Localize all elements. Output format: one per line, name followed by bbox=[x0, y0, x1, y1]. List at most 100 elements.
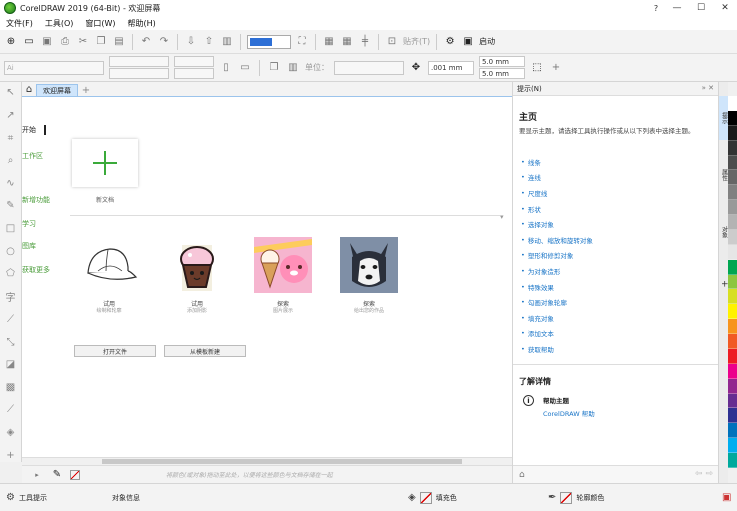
paste-icon[interactable]: ▤ bbox=[112, 35, 126, 49]
rulers-icon[interactable]: ▦ bbox=[322, 35, 336, 49]
help-icon[interactable]: ? bbox=[647, 0, 665, 16]
treat-as-filled-icon[interactable]: ⬚ bbox=[530, 61, 544, 75]
color-swatch[interactable] bbox=[728, 334, 737, 349]
hint-link-special-effects[interactable]: 特殊效果 bbox=[521, 279, 711, 295]
parallel-dimension-icon[interactable]: ⟋ bbox=[3, 313, 19, 327]
save-icon[interactable]: ▣ bbox=[40, 35, 54, 49]
x-position-field[interactable] bbox=[109, 56, 169, 67]
y-position-field[interactable] bbox=[109, 68, 169, 79]
full-screen-icon[interactable]: ⛶ bbox=[295, 35, 309, 49]
sample-cap-thumbnail[interactable] bbox=[80, 237, 138, 293]
hint-link-dimension-lines[interactable]: 尺度线 bbox=[521, 185, 711, 201]
fill-color-swatch[interactable] bbox=[419, 491, 432, 504]
hint-link-add-text[interactable]: 添加文本 bbox=[521, 326, 711, 342]
portrait-icon[interactable]: ▯ bbox=[219, 61, 233, 75]
undo-icon[interactable]: ↶ bbox=[139, 35, 153, 49]
width-field[interactable] bbox=[174, 56, 214, 67]
connector-tool-icon[interactable]: ⤡ bbox=[3, 335, 19, 349]
publish-pdf-icon[interactable]: ▥ bbox=[220, 35, 234, 49]
freehand-tool-icon[interactable]: ∿ bbox=[3, 177, 19, 191]
color-swatch[interactable] bbox=[728, 185, 737, 201]
color-swatch[interactable] bbox=[728, 408, 737, 424]
color-swatch[interactable] bbox=[728, 125, 737, 141]
sample-cupcake-thumbnail[interactable] bbox=[168, 237, 226, 293]
color-swatch[interactable] bbox=[728, 453, 737, 468]
color-swatch[interactable] bbox=[728, 96, 737, 111]
horizontal-scrollbar[interactable] bbox=[22, 457, 512, 465]
hint-link-get-help[interactable]: 获取帮助 bbox=[521, 341, 711, 357]
color-swatch[interactable] bbox=[728, 170, 737, 186]
interactive-fill-icon[interactable]: ◈ bbox=[3, 426, 19, 440]
add-tool-icon[interactable]: + bbox=[3, 448, 19, 462]
close-button[interactable]: ✕ bbox=[713, 0, 737, 16]
hint-link-shaping[interactable]: 为对象造形 bbox=[521, 263, 711, 279]
color-swatch[interactable] bbox=[728, 140, 737, 156]
menu-tools[interactable]: 工具(O) bbox=[39, 18, 80, 29]
maximize-button[interactable]: ☐ bbox=[689, 0, 713, 16]
open-file-button[interactable]: 打开文件 bbox=[74, 345, 156, 357]
color-swatch[interactable] bbox=[728, 155, 737, 171]
eyedropper-icon[interactable]: ✎ bbox=[50, 468, 64, 482]
expand-indicator-icon[interactable]: ▾ bbox=[500, 213, 504, 221]
home-icon[interactable]: ⌂ bbox=[22, 83, 36, 96]
new-document-card[interactable] bbox=[72, 139, 138, 187]
snap-to-dropdown[interactable]: 贴齐(T) bbox=[403, 36, 430, 47]
snap-icon[interactable]: ⊡ bbox=[385, 35, 399, 49]
gear-icon[interactable]: ⚙ bbox=[6, 492, 15, 503]
drop-shadow-icon[interactable]: ◪ bbox=[3, 358, 19, 372]
menu-window[interactable]: 窗口(W) bbox=[79, 18, 121, 29]
hint-link-shapes[interactable]: 形状 bbox=[521, 201, 711, 217]
cut-icon[interactable]: ✂ bbox=[76, 35, 90, 49]
font-list-field[interactable]: Ai bbox=[4, 60, 104, 75]
color-swatch[interactable] bbox=[728, 244, 737, 260]
color-swatch[interactable] bbox=[728, 363, 737, 379]
color-swatch[interactable] bbox=[728, 259, 737, 275]
ellipse-tool-icon[interactable]: ○ bbox=[3, 244, 19, 258]
color-swatch[interactable] bbox=[728, 274, 737, 290]
hint-link-select-objects[interactable]: 选择对象 bbox=[521, 216, 711, 232]
sample-icecream-thumbnail[interactable] bbox=[254, 237, 312, 293]
guidelines-icon[interactable]: ╪ bbox=[358, 35, 372, 49]
palette-arrow-icon[interactable]: ▸ bbox=[30, 468, 44, 482]
artistic-media-icon[interactable]: ✎ bbox=[3, 199, 19, 213]
nav-workspace[interactable]: 工作区 bbox=[22, 151, 43, 161]
color-swatch[interactable] bbox=[728, 110, 737, 126]
docker-collapse-icon[interactable]: » ✕ bbox=[702, 84, 714, 92]
tab-welcome-screen[interactable]: 欢迎屏幕 bbox=[36, 84, 78, 96]
zoom-level-dropdown[interactable] bbox=[247, 34, 291, 49]
shape-tool-icon[interactable]: ↗ bbox=[3, 109, 19, 123]
color-swatch[interactable] bbox=[728, 229, 737, 245]
hint-link-connectors[interactable]: 连线 bbox=[521, 170, 711, 186]
new-from-template-button[interactable]: 从模板新建 bbox=[164, 345, 246, 357]
sample-husky-thumbnail[interactable] bbox=[340, 237, 398, 293]
hint-link-outline[interactable]: 勾画对象轮廓 bbox=[521, 294, 711, 310]
add-tab-button[interactable]: + bbox=[80, 84, 92, 96]
add-icon[interactable]: + bbox=[549, 61, 563, 75]
units-dropdown[interactable] bbox=[334, 60, 404, 75]
eyedropper-icon[interactable]: ⟋ bbox=[3, 403, 19, 417]
launch-icon[interactable]: ▣ bbox=[461, 35, 475, 49]
scrollbar-thumb[interactable] bbox=[102, 459, 462, 464]
copy-icon[interactable]: ❐ bbox=[94, 35, 108, 49]
crop-tool-icon[interactable]: ⌗ bbox=[3, 131, 19, 145]
color-swatch[interactable] bbox=[728, 215, 737, 230]
menu-help[interactable]: 帮助(H) bbox=[122, 18, 162, 29]
redo-icon[interactable]: ↷ bbox=[157, 35, 171, 49]
duplicate-x-field[interactable]: 5.0 mm bbox=[479, 56, 525, 67]
rectangle-tool-icon[interactable]: □ bbox=[3, 222, 19, 236]
nav-get-started[interactable]: 开始 bbox=[22, 125, 36, 135]
pick-tool-icon[interactable]: ↖ bbox=[3, 86, 19, 100]
no-color-swatch[interactable] bbox=[70, 469, 80, 480]
transparency-icon[interactable]: ▩ bbox=[3, 381, 19, 395]
print-icon[interactable]: ⎙ bbox=[58, 35, 72, 49]
import-icon[interactable]: ⇩ bbox=[184, 35, 198, 49]
color-swatch[interactable] bbox=[728, 393, 737, 409]
height-field[interactable] bbox=[174, 68, 214, 79]
hints-nav-arrows-icon[interactable]: ⇦ ⇨ bbox=[695, 469, 713, 479]
menu-file[interactable]: 文件(F) bbox=[0, 18, 39, 29]
new-document-icon[interactable]: ⊕ bbox=[4, 35, 18, 49]
home-icon[interactable]: ⌂ bbox=[519, 470, 525, 480]
color-swatch[interactable] bbox=[728, 378, 737, 394]
color-swatch[interactable] bbox=[728, 423, 737, 439]
duplicate-y-field[interactable]: 5.0 mm bbox=[479, 68, 525, 79]
